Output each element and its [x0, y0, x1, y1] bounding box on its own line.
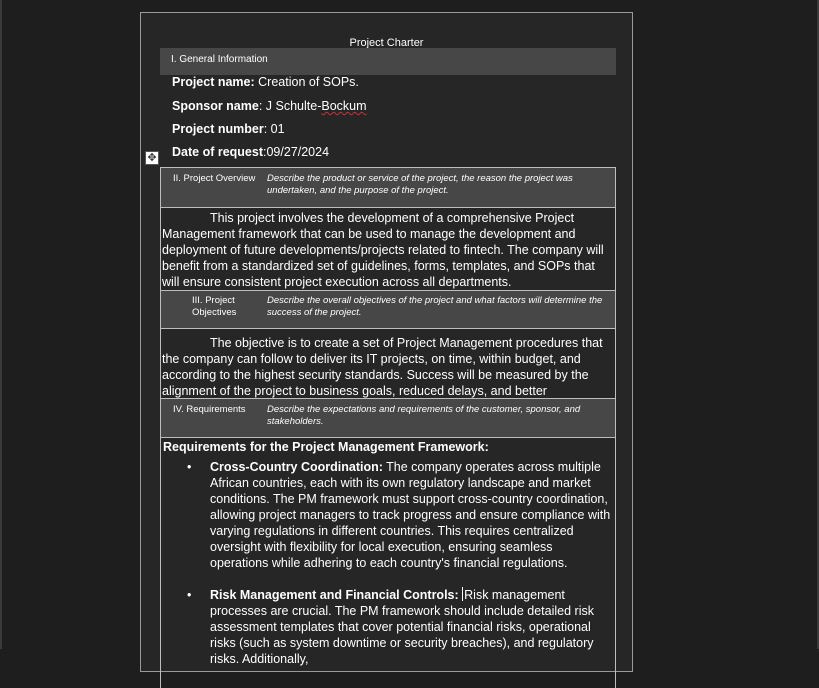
- requirement-item-title: Cross-Country Coordination:: [210, 460, 383, 474]
- sponsor-name-field[interactable]: Sponsor name: J Schulte-Bockum: [172, 99, 367, 113]
- project-objectives-header: III. Project Objectives Describe the ove…: [161, 291, 615, 328]
- requirements-title: Requirements for the Project Management …: [163, 440, 489, 454]
- date-of-request-label: Date of request: [172, 145, 263, 159]
- spelling-error-word[interactable]: Bockum: [321, 99, 366, 113]
- requirement-item-title: Risk Management and Financial Controls:: [210, 588, 459, 602]
- project-overview-body[interactable]: This project involves the development of…: [161, 208, 615, 290]
- requirements-heading: IV. Requirements: [173, 404, 246, 415]
- sponsor-name-value: : J Schulte-: [258, 99, 322, 113]
- general-information-header: I. General Information: [160, 48, 616, 75]
- project-overview-description: Describe the product or service of the p…: [267, 173, 573, 196]
- date-of-request-value: :09/27/2024: [263, 145, 330, 159]
- requirements-description: Describe the expectations and requiremen…: [267, 404, 581, 427]
- project-objectives-heading-line2: Objectives: [192, 307, 237, 318]
- text-cursor: [462, 587, 464, 601]
- project-objectives-table[interactable]: III. Project Objectives Describe the ove…: [160, 290, 616, 414]
- requirement-item[interactable]: Risk Management and Financial Controls: …: [210, 587, 611, 667]
- project-overview-header: II. Project Overview Describe the produc…: [161, 168, 615, 207]
- project-overview-table[interactable]: II. Project Overview Describe the produc…: [160, 167, 616, 291]
- project-number-label: Project number: [172, 122, 264, 136]
- table-move-handle-icon[interactable]: ✥: [145, 151, 159, 165]
- requirements-header: IV. Requirements Describe the expectatio…: [161, 399, 615, 437]
- date-of-request-field[interactable]: Date of request:09/27/2024: [172, 145, 329, 159]
- requirement-item-text: The company operates across multiple Afr…: [210, 460, 611, 570]
- project-name-field[interactable]: Project name: Creation of SOPs.: [172, 75, 359, 89]
- project-name-value: Creation of SOPs.: [254, 75, 359, 89]
- window-edge-left: [0, 0, 2, 649]
- bullet-marker: •: [187, 588, 192, 602]
- project-overview-heading: II. Project Overview: [173, 173, 256, 184]
- sponsor-name-label: Sponsor name: [172, 99, 259, 113]
- document-page[interactable]: Project Charter I. General Information P…: [140, 12, 633, 688]
- project-objectives-description: Describe the overall objectives of the p…: [267, 295, 603, 318]
- project-number-value: : 01: [263, 122, 285, 136]
- project-number-field[interactable]: Project number: 01: [172, 122, 285, 136]
- general-information-heading: I. General Information: [171, 54, 268, 65]
- project-name-label: Project name:: [172, 75, 255, 89]
- bullet-marker: •: [187, 460, 192, 474]
- project-objectives-heading-line1: III. Project: [192, 295, 235, 306]
- requirement-item[interactable]: Cross-Country Coordination: The company …: [210, 459, 611, 571]
